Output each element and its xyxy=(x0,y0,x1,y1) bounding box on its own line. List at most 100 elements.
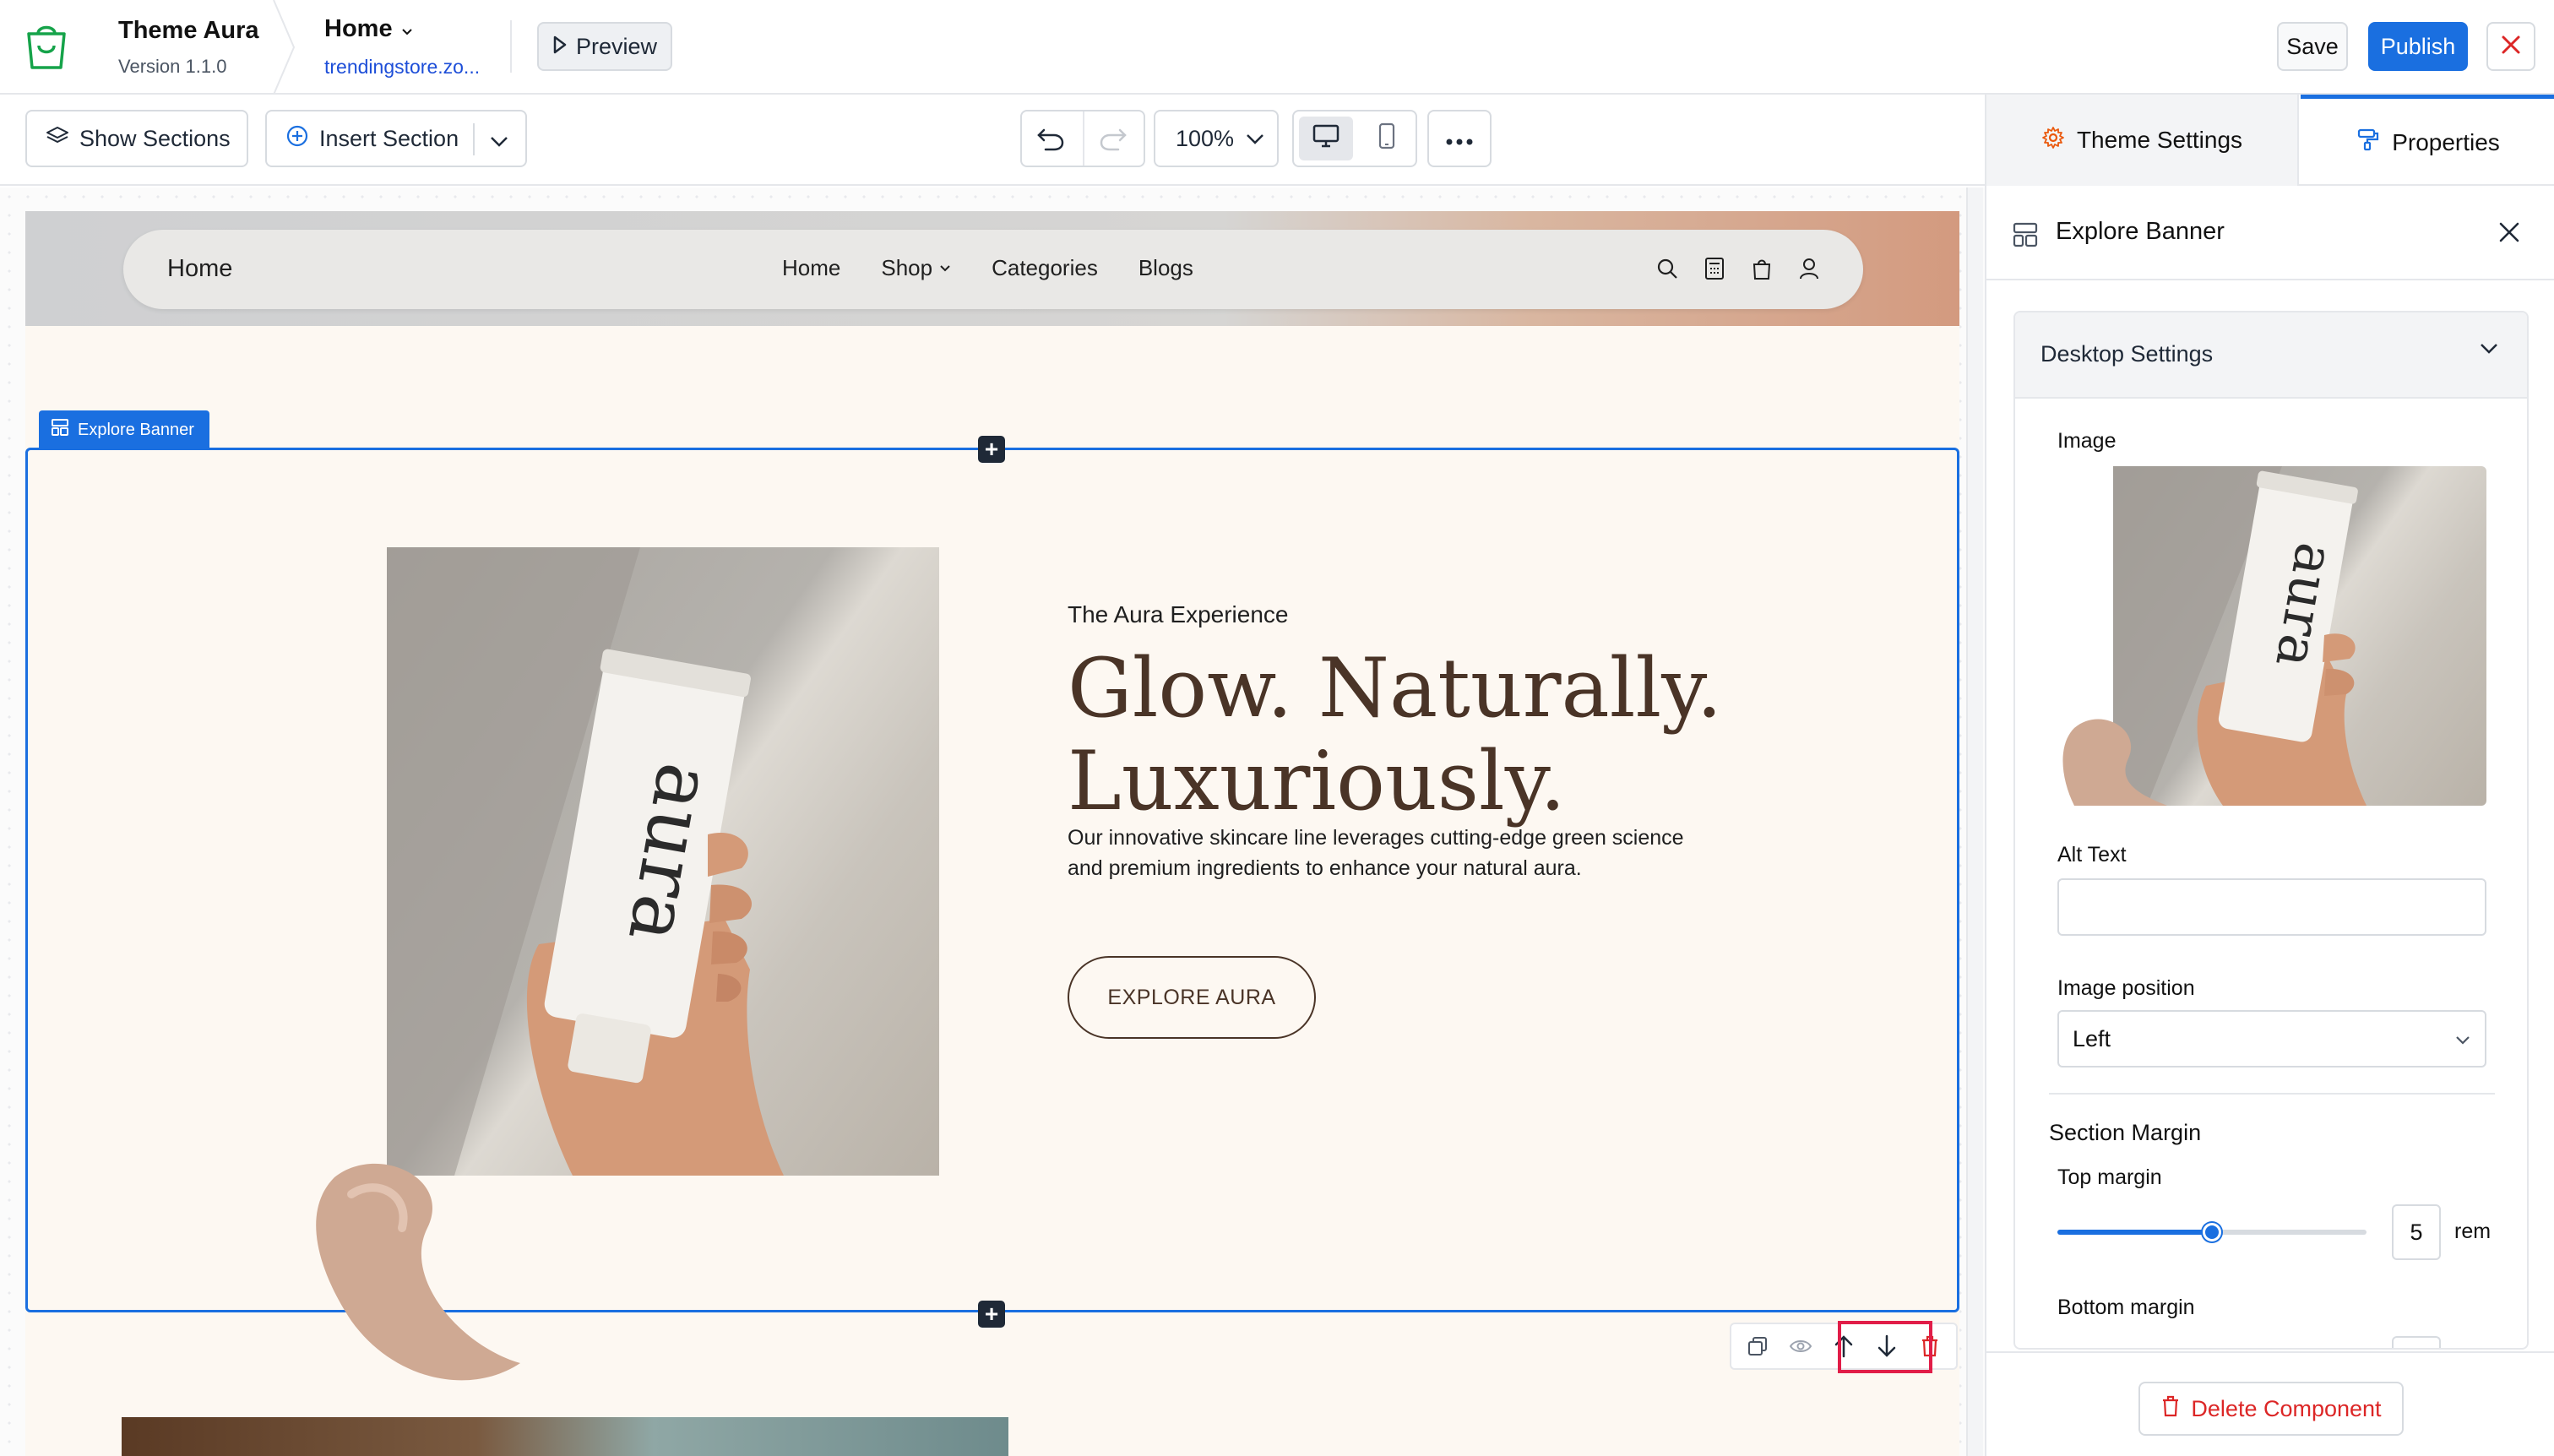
trash-icon xyxy=(2160,1394,2181,1424)
close-icon[interactable] xyxy=(2497,220,2522,249)
top-margin-slider-handle[interactable] xyxy=(2203,1223,2221,1241)
top-margin-slider[interactable] xyxy=(2057,1223,2367,1241)
alt-text-input[interactable] xyxy=(2057,878,2486,936)
top-margin-input[interactable]: 5 xyxy=(2392,1204,2441,1260)
top-margin-unit: rem xyxy=(2454,1220,2492,1243)
theme-version: Version 1.1.0 xyxy=(118,56,227,77)
bottom-margin-input[interactable] xyxy=(2392,1336,2441,1348)
plus-circle-icon xyxy=(285,124,309,154)
history-controls xyxy=(1020,110,1145,167)
insert-section-label: Insert Section xyxy=(319,125,459,151)
paint-roller-icon xyxy=(2356,128,2380,157)
image-position-label: Image position xyxy=(2057,976,2195,1000)
banner-description: Our innovative skincare line leverages c… xyxy=(1068,826,1684,880)
user-icon[interactable] xyxy=(1796,255,1823,282)
redo-icon[interactable] xyxy=(1098,123,1128,160)
store-logo-icon[interactable] xyxy=(24,22,69,71)
tab-properties-label: Properties xyxy=(2392,128,2500,155)
section-badge-label: Explore Banner xyxy=(78,420,194,439)
tab-properties[interactable]: Properties xyxy=(2301,95,2554,186)
monitor-icon xyxy=(1312,123,1340,155)
add-section-below-button[interactable]: + xyxy=(978,1301,1005,1328)
chevron-down-icon xyxy=(2478,341,2500,361)
site-preview: Home Home Shop Categories Blogs Explore … xyxy=(25,211,1959,1456)
site-logo-text[interactable]: Home xyxy=(167,255,232,283)
mobile-view-button[interactable] xyxy=(1360,117,1414,160)
image-picker[interactable]: aura xyxy=(2057,466,2486,806)
search-icon[interactable] xyxy=(1654,255,1681,282)
eye-icon[interactable] xyxy=(1782,1328,1819,1365)
calculator-icon[interactable] xyxy=(1701,255,1728,282)
banner-eyebrow: The Aura Experience xyxy=(1068,601,1289,627)
duplicate-icon[interactable] xyxy=(1739,1328,1776,1365)
site-menu-item[interactable]: Home xyxy=(782,255,840,281)
section-margin-heading: Section Margin xyxy=(2049,1120,2202,1145)
close-editor-button[interactable] xyxy=(2486,22,2535,71)
desktop-settings-title: Desktop Settings xyxy=(2040,341,2214,367)
layout-icon xyxy=(2012,221,2039,253)
preview-button[interactable]: Preview xyxy=(537,22,672,71)
selected-section-badge[interactable]: Explore Banner xyxy=(39,410,209,449)
site-menu-item-label: Shop xyxy=(881,255,933,280)
panel-footer: Delete Component xyxy=(1986,1351,2554,1456)
play-icon xyxy=(552,34,568,60)
panel-header: Explore Banner xyxy=(1986,187,2554,280)
image-position-value: Left xyxy=(2073,1025,2111,1051)
editor-canvas[interactable]: Home Home Shop Categories Blogs Explore … xyxy=(0,187,1985,1456)
close-icon xyxy=(2500,34,2522,60)
site-menu-item[interactable]: Blogs xyxy=(1138,255,1193,281)
page-selector-label: Home xyxy=(324,15,393,42)
phone-icon xyxy=(1378,122,1396,155)
desktop-view-button[interactable] xyxy=(1299,117,1353,160)
canvas-scrollbar[interactable] xyxy=(1966,187,1983,1456)
tab-theme-settings[interactable]: Theme Settings xyxy=(1986,95,2299,186)
zoom-select[interactable]: 100% xyxy=(1154,110,1279,167)
delete-component-label: Delete Component xyxy=(2191,1395,2382,1421)
tab-theme-settings-label: Theme Settings xyxy=(2076,127,2243,153)
chevron-down-icon xyxy=(2454,1026,2471,1052)
device-toggle xyxy=(1292,110,1417,167)
site-menu-item[interactable]: Categories xyxy=(992,255,1098,281)
layers-icon xyxy=(46,125,69,153)
image-position-select[interactable]: Left xyxy=(2057,1010,2486,1068)
insert-section-button[interactable]: Insert Section xyxy=(265,110,527,167)
panel-title: Explore Banner xyxy=(2056,218,2225,245)
banner-headline-line: Glow. Naturally. xyxy=(1068,641,1723,736)
zoom-value: 100% xyxy=(1176,125,1235,151)
site-menu-item-shop[interactable]: Shop xyxy=(881,255,951,281)
explore-aura-button[interactable]: EXPLORE AURA xyxy=(1068,956,1316,1039)
site-menu: Home Shop Categories Blogs xyxy=(782,255,1193,281)
breadcrumb-separator xyxy=(272,0,297,95)
more-options-button[interactable] xyxy=(1427,110,1492,167)
banner-image[interactable]: aura xyxy=(387,547,939,1176)
publish-button[interactable]: Publish xyxy=(2368,22,2468,71)
delete-component-button[interactable]: Delete Component xyxy=(2138,1382,2404,1436)
save-button[interactable]: Save xyxy=(2277,22,2348,71)
settings-divider xyxy=(2049,1093,2495,1095)
show-sections-label: Show Sections xyxy=(79,125,231,151)
site-nav-bar[interactable]: Home Home Shop Categories Blogs xyxy=(123,230,1863,309)
next-section-image[interactable] xyxy=(122,1417,1008,1456)
page-selector[interactable]: Home xyxy=(324,15,413,43)
preview-label: Preview xyxy=(575,33,658,59)
image-label: Image xyxy=(2057,429,2117,453)
undo-icon[interactable] xyxy=(1035,123,1066,160)
chevron-down-icon[interactable] xyxy=(488,128,510,155)
desktop-settings-header[interactable]: Desktop Settings xyxy=(2015,312,2527,399)
add-section-above-button[interactable]: + xyxy=(978,436,1005,463)
cream-swatch-image xyxy=(2062,719,2167,806)
panel-tabs: Theme Settings Properties xyxy=(1986,95,2554,186)
store-url-link[interactable]: trendingstore.zo... xyxy=(324,56,480,79)
chevron-down-icon xyxy=(401,15,413,43)
bottom-margin-label: Bottom margin xyxy=(2057,1296,2195,1319)
history-divider xyxy=(1083,111,1084,166)
site-nav-icons xyxy=(1654,255,1823,282)
show-sections-button[interactable]: Show Sections xyxy=(25,110,248,167)
shopping-bag-icon[interactable] xyxy=(1748,255,1775,282)
banner-headline-line: Luxuriously. xyxy=(1068,734,1566,829)
banner-headline: Glow. Naturally. Luxuriously. xyxy=(1068,642,1828,828)
desktop-settings-card: Desktop Settings Image aura Alt Text Ima… xyxy=(2013,311,2529,1350)
gear-icon xyxy=(2041,126,2065,155)
cream-swatch-image xyxy=(301,1152,537,1388)
chevron-down-icon xyxy=(1244,126,1266,152)
